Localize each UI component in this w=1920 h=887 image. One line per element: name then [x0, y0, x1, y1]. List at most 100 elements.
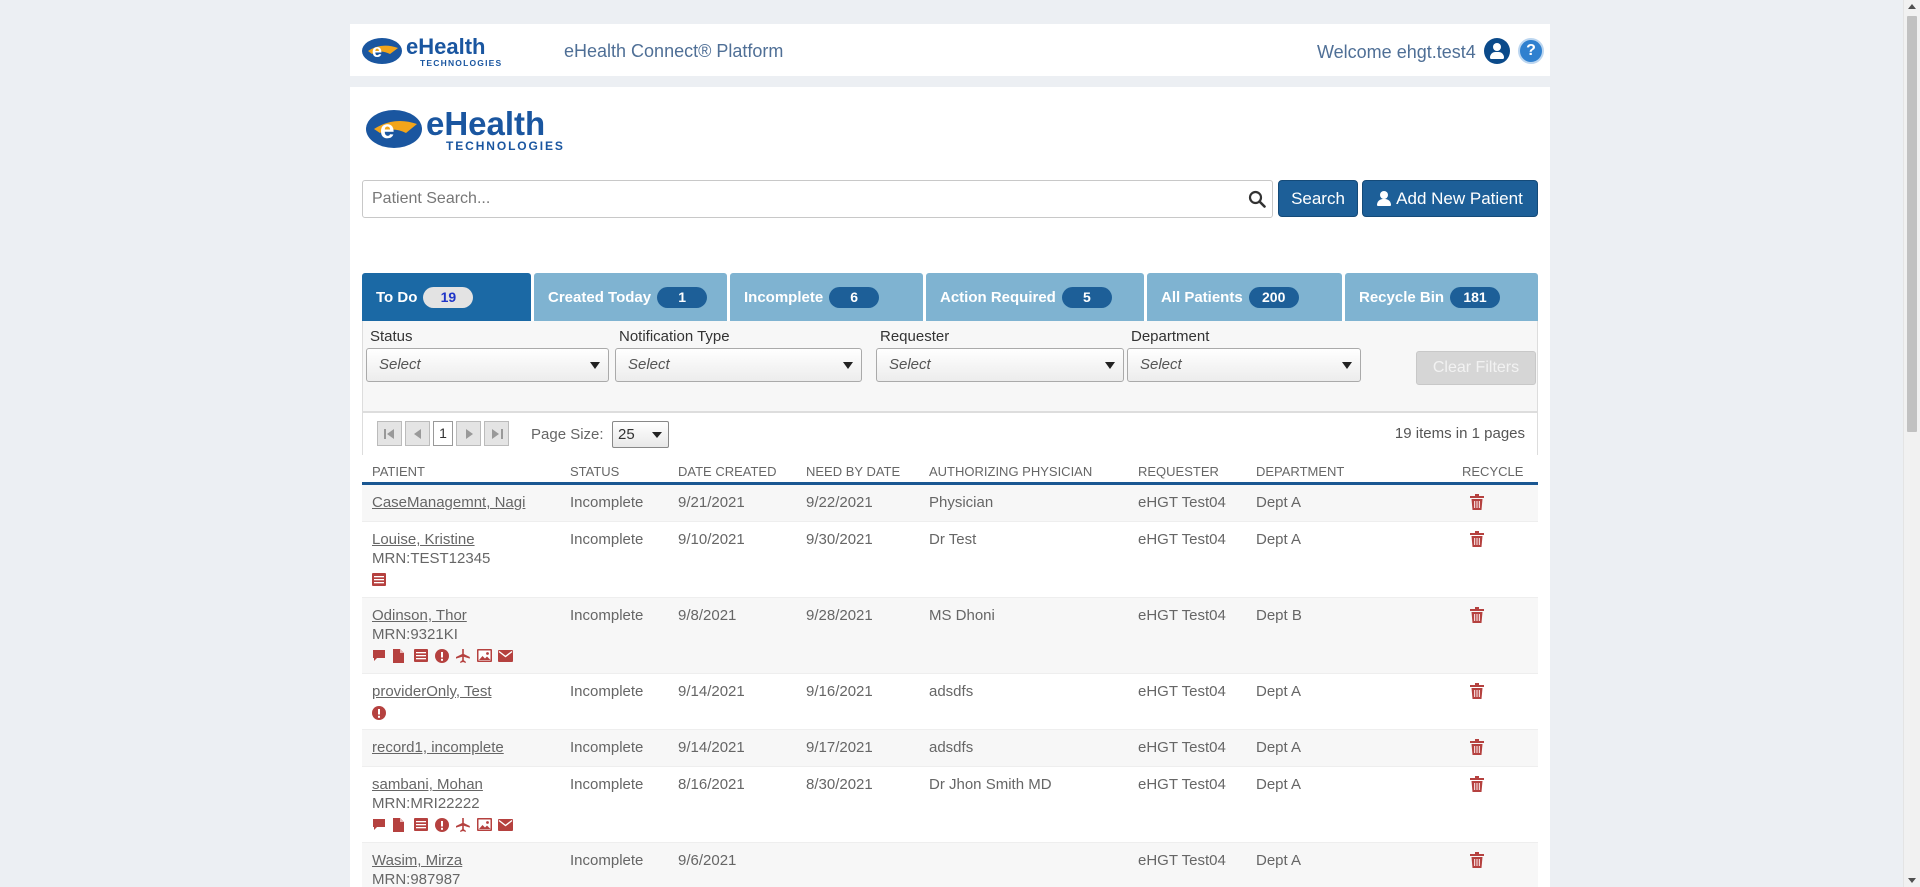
plane-icon[interactable]: [456, 818, 472, 832]
last-page-button[interactable]: [484, 421, 509, 446]
comment-icon[interactable]: [372, 649, 388, 663]
patient-cell: providerOnly, Test: [372, 683, 492, 721]
items-info: 19 items in 1 pages: [1394, 425, 1525, 442]
col-header-department[interactable]: DEPARTMENT: [1256, 464, 1344, 479]
comment-icon[interactable]: [372, 818, 388, 832]
requester-select[interactable]: Select: [876, 348, 1124, 382]
need-by-date-cell: 9/30/2021: [806, 531, 873, 548]
trash-icon[interactable]: [1470, 531, 1484, 547]
col-header-status[interactable]: STATUS: [570, 464, 619, 479]
patient-name-link[interactable]: Louise, Kristine: [372, 531, 490, 548]
notification-type-select[interactable]: Select: [615, 348, 862, 382]
patient-name-link[interactable]: CaseManagemnt, Nagi: [372, 494, 525, 511]
document-icon[interactable]: [393, 818, 409, 832]
trash-icon[interactable]: [1470, 683, 1484, 699]
tab-incomplete[interactable]: Incomplete 6: [730, 273, 923, 321]
next-page-button[interactable]: [456, 421, 481, 446]
envelope-icon[interactable]: [498, 818, 514, 832]
tab-all-patients[interactable]: All Patients 200: [1147, 273, 1342, 321]
alert-icon[interactable]: [435, 818, 451, 832]
physician-cell: MS Dhoni: [929, 607, 995, 624]
tab-action-required[interactable]: Action Required 5: [926, 273, 1144, 321]
envelope-icon[interactable]: [498, 649, 514, 663]
image-icon[interactable]: [477, 818, 493, 832]
first-page-icon: [384, 429, 386, 439]
prev-page-button[interactable]: [405, 421, 430, 446]
patient-table: PATIENT STATUS DATE CREATED NEED BY DATE…: [362, 455, 1538, 887]
department-cell: Dept A: [1256, 776, 1302, 793]
list-icon[interactable]: [414, 818, 430, 832]
tab-label: Created Today: [548, 288, 652, 306]
search-icon[interactable]: [1248, 190, 1266, 208]
svg-text:e: e: [372, 41, 382, 61]
document-icon[interactable]: [393, 649, 409, 663]
patient-name-link[interactable]: Wasim, Mirza: [372, 852, 462, 869]
status-cell: Incomplete: [570, 494, 644, 511]
status-filter: Status Select: [366, 328, 609, 382]
list-icon[interactable]: [414, 649, 430, 663]
tab-recycle-bin[interactable]: Recycle Bin 181: [1345, 273, 1538, 321]
tab-label: To Do: [376, 288, 418, 306]
col-header-need-by-date[interactable]: NEED BY DATE: [806, 464, 900, 479]
chevron-down-icon: [1342, 362, 1352, 369]
col-header-recycle: RECYCLE: [1462, 464, 1524, 479]
department-select[interactable]: Select: [1127, 348, 1361, 382]
col-header-authorizing-physician[interactable]: AUTHORIZING PHYSICIAN: [929, 464, 1092, 479]
trash-icon[interactable]: [1470, 776, 1484, 792]
chevron-down-icon: [652, 432, 662, 438]
table-row: Louise, Kristine MRN:TEST12345 Incomplete 9…: [362, 522, 1538, 598]
next-page-icon: [466, 429, 473, 439]
first-page-button[interactable]: [377, 421, 402, 446]
scrollbar-thumb[interactable]: [1907, 16, 1917, 432]
patient-cell: sambani, Mohan MRN:MRI22222: [372, 776, 514, 833]
help-icon[interactable]: ?: [1518, 38, 1544, 64]
requester-filter-label: Requester: [880, 328, 950, 345]
list-icon[interactable]: [372, 573, 388, 587]
patient-search-input[interactable]: [363, 181, 1223, 217]
alert-icon[interactable]: [435, 649, 451, 663]
tab-label: Recycle Bin: [1359, 288, 1445, 306]
user-account-icon[interactable]: [1484, 38, 1510, 64]
col-header-patient[interactable]: PATIENT: [372, 464, 425, 479]
trash-icon[interactable]: [1470, 494, 1484, 510]
tab-created-today[interactable]: Created Today 1: [534, 273, 727, 321]
tab-label: All Patients: [1161, 288, 1243, 306]
clear-filters-button[interactable]: Clear Filters: [1416, 351, 1536, 385]
department-cell: Dept A: [1256, 531, 1302, 548]
tab-count-badge: 1: [657, 286, 708, 308]
status-cell: Incomplete: [570, 683, 644, 700]
plane-icon[interactable]: [456, 649, 472, 663]
notification-type-filter: Notification Type Select: [615, 328, 862, 382]
patient-name-link[interactable]: record1, incomplete: [372, 739, 504, 756]
trash-icon[interactable]: [1470, 852, 1484, 868]
pager-bar: 1 Page Size: 25 19 items in 1 pages: [362, 411, 1538, 455]
patient-name-link[interactable]: sambani, Mohan: [372, 776, 514, 793]
department-filter-label: Department: [1131, 328, 1210, 345]
page-size-select[interactable]: 25: [612, 421, 669, 448]
trash-icon[interactable]: [1470, 607, 1484, 623]
status-select[interactable]: Select: [366, 348, 609, 382]
tab-to-do[interactable]: To Do 19: [362, 273, 531, 321]
notification-type-value: Select: [628, 356, 670, 373]
current-page[interactable]: 1: [433, 421, 453, 446]
chevron-down-icon: [1105, 362, 1115, 369]
patient-name-link[interactable]: Odinson, Thor: [372, 607, 514, 624]
physician-cell: Physician: [929, 494, 994, 511]
trash-icon[interactable]: [1470, 739, 1484, 755]
date-created-cell: 9/10/2021: [678, 531, 745, 548]
patient-name-link[interactable]: providerOnly, Test: [372, 683, 492, 700]
image-icon[interactable]: [477, 649, 493, 663]
scroll-down-arrow-icon[interactable]: [1908, 878, 1916, 883]
ehealth-logo-small[interactable]: e eHealth TECHNOLOGIES: [360, 34, 545, 68]
table-row: record1, incomplete Incomplete 9/14/2021 9/…: [362, 730, 1538, 767]
alert-icon[interactable]: [372, 706, 388, 720]
scroll-up-arrow-icon[interactable]: [1908, 4, 1916, 9]
add-new-patient-button[interactable]: Add New Patient: [1362, 180, 1538, 217]
page-scrollbar[interactable]: [1903, 0, 1920, 887]
table-header: PATIENT STATUS DATE CREATED NEED BY DATE…: [362, 455, 1538, 485]
col-header-requester[interactable]: REQUESTER: [1138, 464, 1219, 479]
col-header-date-created[interactable]: DATE CREATED: [678, 464, 776, 479]
table-row: Wasim, Mirza MRN:987987 Incomplete 9/6/2021…: [362, 843, 1538, 887]
svg-text:e: e: [380, 114, 394, 144]
search-button[interactable]: Search: [1278, 180, 1358, 217]
